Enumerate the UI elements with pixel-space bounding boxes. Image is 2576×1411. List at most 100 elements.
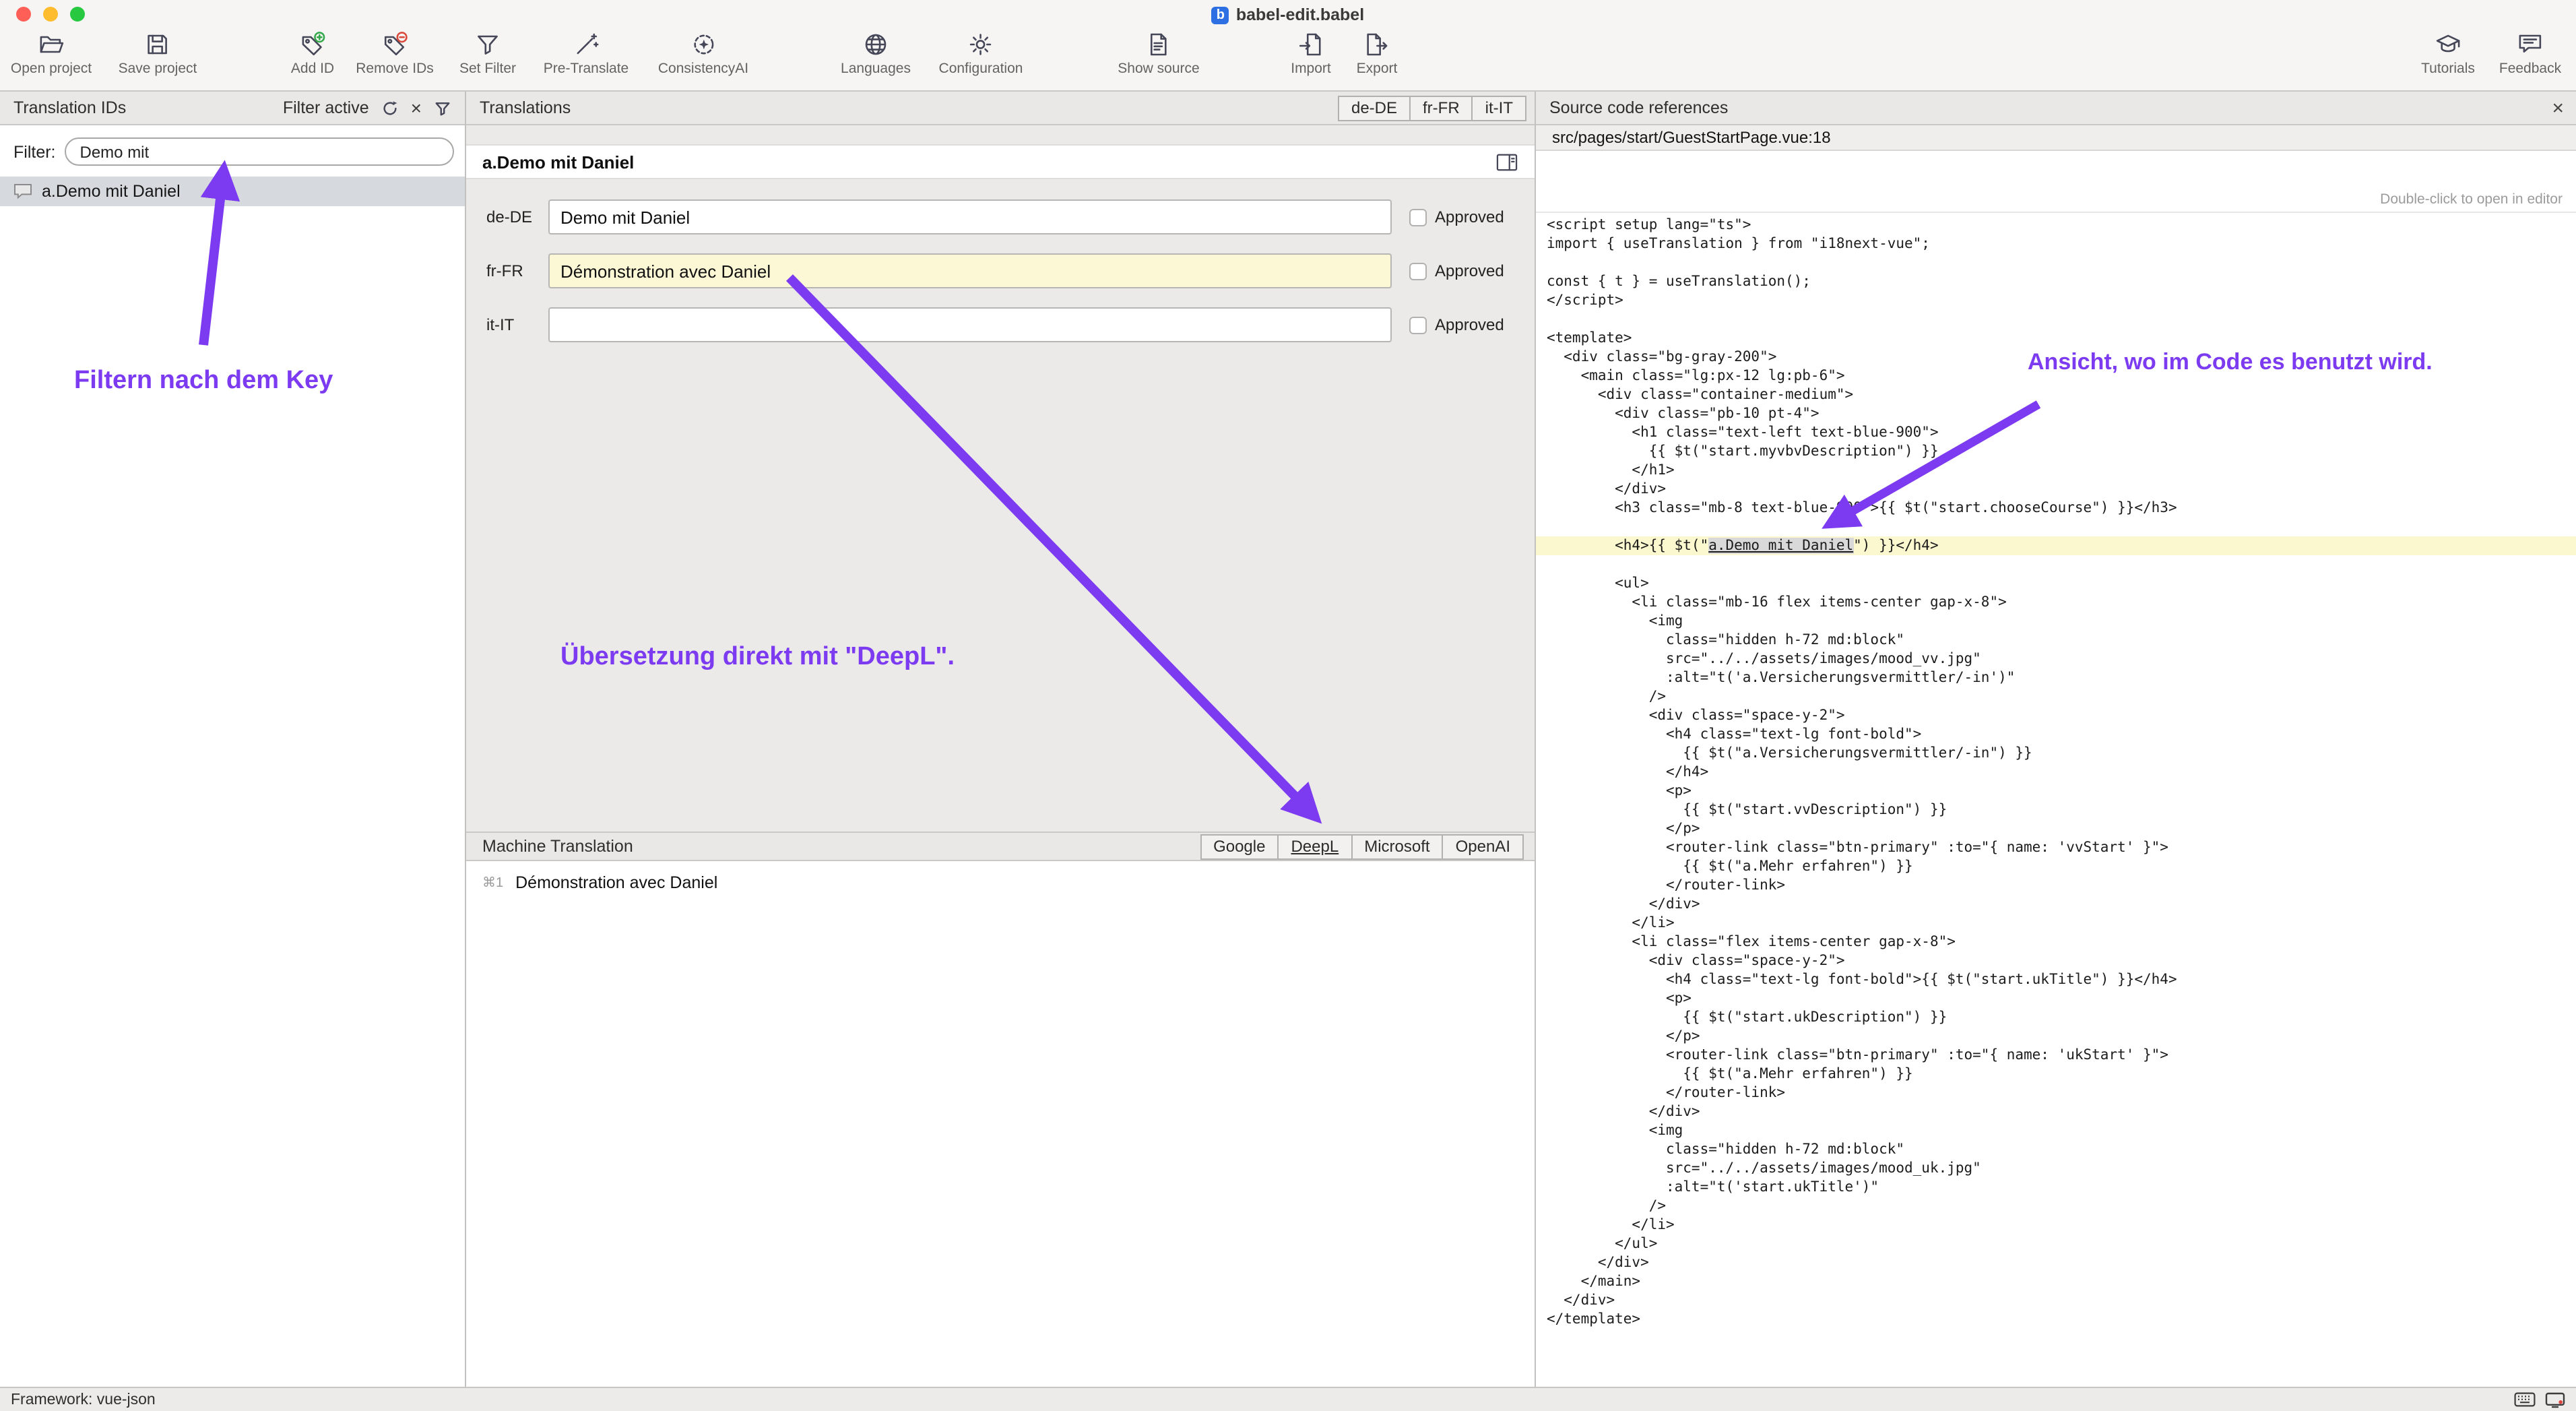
code-line: </ul> <box>1536 1234 2576 1253</box>
toolbar-show-source[interactable]: Show source <box>1118 31 1199 77</box>
filter-input[interactable] <box>65 137 455 166</box>
toolbar-add-id[interactable]: Add ID <box>291 31 334 77</box>
export-icon <box>1363 31 1390 58</box>
toolbar-label: Add ID <box>291 61 334 77</box>
code-line: :alt="t('start.ukTitle')" <box>1536 1178 2576 1197</box>
tab-de-DE[interactable]: de-DE <box>1339 96 1409 119</box>
code-line: const { t } = useTranslation(); <box>1536 272 2576 291</box>
toolbar-configuration[interactable]: Configuration <box>939 31 1023 77</box>
toolbar-languages[interactable]: Languages <box>841 31 911 77</box>
tab-google[interactable]: Google <box>1201 835 1277 858</box>
source-code[interactable]: <script setup lang="ts">import { useTran… <box>1536 213 2576 1387</box>
toolbar-label: Pre-Translate <box>544 61 629 77</box>
code-line: <div class="space-y-2"> <box>1536 706 2576 725</box>
panel-title: Translations <box>480 98 571 117</box>
app-window: b babel-edit.babel Open project Save pro… <box>0 0 2576 1411</box>
code-line: <p> <box>1536 782 2576 801</box>
highlighted-translation-key: a.Demo mit Daniel <box>1708 538 1853 554</box>
folder-open-icon <box>38 31 65 58</box>
tab-openai[interactable]: OpenAI <box>1442 835 1522 858</box>
translations-panel: Translations de-DE fr-FR it-IT a.Demo mi… <box>466 92 1536 1387</box>
approved-checkbox-it[interactable] <box>1409 316 1427 334</box>
toolbar-feedback[interactable]: Feedback <box>2499 31 2561 77</box>
filter-label: Filter: <box>13 142 56 161</box>
tab-fr-FR[interactable]: fr-FR <box>1409 96 1472 119</box>
tab-label: it-IT <box>1485 98 1513 117</box>
code-line: </div> <box>1536 895 2576 914</box>
approved-label: Approved <box>1435 208 1504 226</box>
code-line: </main> <box>1536 1272 2576 1291</box>
language-label: fr-FR <box>486 261 523 280</box>
code-line <box>1536 518 2576 536</box>
code-line: {{ $t("start.myvbvDescription") }} <box>1536 442 2576 461</box>
code-line: </div> <box>1536 1291 2576 1310</box>
translation-id-item[interactable]: a.Demo mit Daniel <box>0 177 465 206</box>
code-line: <li class="flex items-center gap-x-8"> <box>1536 933 2576 951</box>
code-line: class="hidden h-72 md:block" <box>1536 631 2576 650</box>
approved-checkbox-de[interactable] <box>1409 208 1427 226</box>
source-reference-item[interactable]: src/pages/start/GuestStartPage.vue:18 <box>1536 125 2576 151</box>
code-line: <img <box>1536 612 2576 631</box>
code-line: </div> <box>1536 480 2576 499</box>
translation-input-fr[interactable] <box>548 253 1392 288</box>
screen-icon[interactable] <box>2545 1391 2565 1408</box>
toolbar-save-project[interactable]: Save project <box>119 31 197 77</box>
panel-title: Source code references <box>1549 98 1728 117</box>
toolbar-open-project[interactable]: Open project <box>11 31 92 77</box>
tag-plus-icon <box>299 31 326 58</box>
approved-checkbox-fr[interactable] <box>1409 262 1427 280</box>
filter-icon[interactable] <box>434 99 451 117</box>
code-line: <div class="container-medium"> <box>1536 385 2576 404</box>
tab-deepl[interactable]: DeepL <box>1277 835 1351 858</box>
translation-id-list: a.Demo mit Daniel <box>0 177 465 206</box>
language-label: de-DE <box>486 208 532 226</box>
toolbar-label: Show source <box>1118 61 1199 77</box>
translation-input-de[interactable] <box>548 199 1392 234</box>
close-panel-icon[interactable]: × <box>2552 98 2564 118</box>
toolbar-label: Set Filter <box>459 61 516 77</box>
code-line: </router-link> <box>1536 1084 2576 1102</box>
code-line <box>1536 310 2576 329</box>
refresh-icon[interactable] <box>381 99 399 117</box>
toolbar: Open project Save project Add ID Remove … <box>0 28 2576 90</box>
toolbar-tutorials[interactable]: Tutorials <box>2421 31 2475 77</box>
annotation-filter-key: Filtern nach dem Key <box>74 367 333 396</box>
language-label: it-IT <box>486 315 514 334</box>
tab-microsoft[interactable]: Microsoft <box>1351 835 1442 858</box>
toolbar-label: Open project <box>11 61 92 77</box>
toolbar-import[interactable]: Import <box>1291 31 1331 77</box>
translation-ids-header: Translation IDs Filter active × <box>0 92 465 125</box>
code-line: import { useTranslation } from "i18next-… <box>1536 234 2576 253</box>
tab-it-IT[interactable]: it-IT <box>1472 96 1525 119</box>
tab-label: Google <box>1213 837 1265 856</box>
code-line: <ul> <box>1536 574 2576 593</box>
toolbar-consistency-ai[interactable]: ConsistencyAI <box>658 31 748 77</box>
code-line: </div> <box>1536 1253 2576 1272</box>
toolbar-pre-translate[interactable]: Pre-Translate <box>544 31 629 77</box>
code-line: <h4 class="text-lg font-bold"> <box>1536 725 2576 744</box>
code-line: <p> <box>1536 989 2576 1008</box>
code-line <box>1536 555 2576 574</box>
code-line: src="../../assets/images/mood_vv.jpg" <box>1536 650 2576 668</box>
approved-label: Approved <box>1435 315 1504 334</box>
tab-label: DeepL <box>1291 837 1339 856</box>
translation-row-de: de-DE Approved <box>466 199 1535 234</box>
toolbar-set-filter[interactable]: Set Filter <box>459 31 516 77</box>
code-line: {{ $t("a.Versicherungsvermittler/-in") }… <box>1536 744 2576 763</box>
code-line: <h4>{{ $t("a.Demo mit Daniel") }}</h4> <box>1536 536 2576 555</box>
language-tabs: de-DE fr-FR it-IT <box>1338 95 1526 121</box>
mt-suggestion[interactable]: ⌘1 Démonstration avec Daniel <box>466 861 1535 904</box>
code-line: :alt="t('a.Versicherungsvermittler/-in')… <box>1536 668 2576 687</box>
translation-input-it[interactable] <box>548 307 1392 342</box>
keyboard-icon[interactable] <box>2514 1392 2536 1407</box>
panel-title: Machine Translation <box>482 837 633 856</box>
toolbar-remove-ids[interactable]: Remove IDs <box>356 31 434 77</box>
toolbar-label: Feedback <box>2499 61 2561 77</box>
document-icon <box>1145 31 1172 58</box>
toggle-source-references-button[interactable] <box>1495 152 1518 172</box>
clear-filter-icon[interactable]: × <box>411 98 422 117</box>
toolbar-export[interactable]: Export <box>1357 31 1398 77</box>
code-line: <router-link class="btn-primary" :to="{ … <box>1536 1046 2576 1065</box>
code-line: </script> <box>1536 291 2576 310</box>
source-references-panel: Source code references × src/pages/start… <box>1536 92 2576 1387</box>
